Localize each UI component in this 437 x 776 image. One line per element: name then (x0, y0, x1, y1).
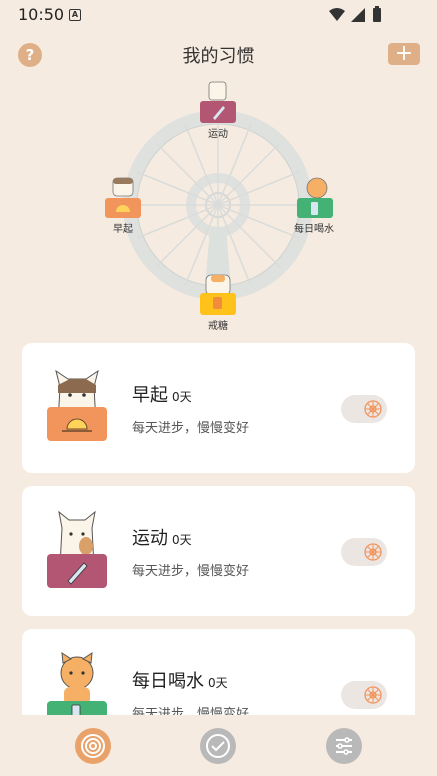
habit-days: 0天 (172, 533, 192, 547)
wheel-icon (364, 400, 382, 418)
checkmark-icon (206, 734, 230, 758)
battery-icon (373, 8, 381, 22)
habit-days: 0天 (172, 390, 192, 404)
habit-toggle[interactable] (341, 395, 387, 423)
add-habit-button[interactable]: + (388, 43, 420, 65)
cat-wake-picture (47, 369, 107, 441)
habit-slogan: 每天进步，慢慢变好 (132, 564, 250, 579)
system-icons (329, 6, 381, 22)
wheel-icon (364, 686, 382, 704)
wheel-icon (364, 543, 382, 561)
habit-card[interactable]: 早起 0天 每天进步，慢慢变好 (22, 343, 415, 473)
page-title: 我的习惯 (182, 46, 255, 67)
wheel-label-water[interactable]: 每日喝水 (284, 220, 344, 235)
tab-check[interactable] (200, 728, 236, 764)
wheel-label-sport[interactable]: 运动 (188, 125, 248, 140)
target-icon (81, 734, 105, 758)
habit-days: 0天 (208, 676, 228, 690)
tab-wheel[interactable] (75, 728, 111, 764)
habit-name: 每日喝水 0天 (132, 671, 228, 692)
wheel-cat-sport (200, 81, 236, 123)
status-bar: 10:50 A (0, 0, 437, 30)
habit-name: 运动 0天 (132, 528, 192, 549)
habit-card[interactable]: 运动 0天 每天进步，慢慢变好 (22, 486, 415, 616)
notification-icon: A (69, 9, 81, 21)
habit-wheel: 运动 早起 每日喝水 戒糖 (0, 80, 437, 340)
habit-toggle[interactable] (341, 681, 387, 709)
status-time: 10:50 (18, 5, 65, 24)
signal-icon (351, 8, 365, 22)
wheel-label-sugar[interactable]: 戒糖 (188, 317, 248, 332)
habit-toggle[interactable] (341, 538, 387, 566)
habit-slogan: 每天进步，慢慢变好 (132, 421, 250, 436)
wheel-label-wake[interactable]: 早起 (93, 220, 153, 235)
tab-settings[interactable] (326, 728, 362, 764)
wheel-cat-sugar (200, 274, 236, 315)
wheel-graphic (105, 81, 333, 315)
wifi-icon (329, 8, 345, 21)
habit-name: 早起 0天 (132, 385, 192, 406)
sliders-icon (336, 737, 352, 755)
cat-sport-picture (47, 510, 107, 588)
